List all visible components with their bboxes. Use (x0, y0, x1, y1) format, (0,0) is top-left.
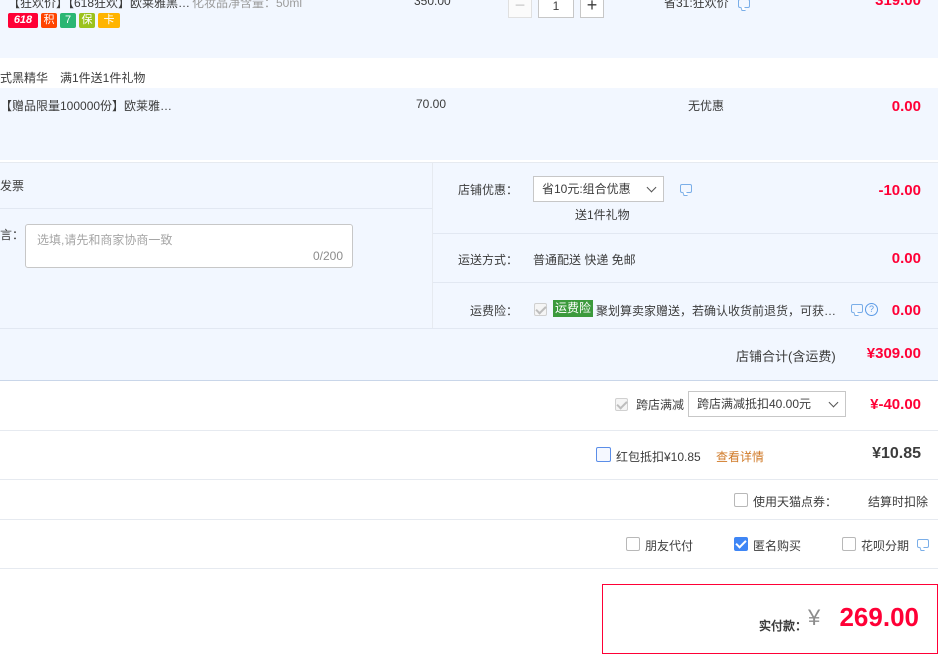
red-packet-amount: ¥10.85 (872, 445, 921, 462)
help-icon[interactable]: ? (865, 303, 878, 316)
shop-discount-amount: -10.00 (878, 182, 921, 199)
chat-icon[interactable] (917, 539, 929, 548)
insurance-checkbox (534, 303, 547, 316)
item-discount: 省31:狂欢价 (664, 0, 729, 10)
shipping-value: 普通配送 快递 免邮 (533, 253, 636, 267)
gift-discount: 无优惠 (688, 99, 725, 113)
shop-total-label: 店铺合计(含运费) (736, 349, 836, 364)
anonymous-label: 匿名购买 (753, 539, 802, 553)
shipping-label: 运送方式： (458, 253, 519, 267)
chat-icon[interactable] (738, 0, 750, 8)
chat-icon[interactable] (680, 184, 692, 193)
insurance-amount: 0.00 (891, 302, 921, 319)
insurance-label: 运费险： (470, 304, 519, 318)
anonymous-checkbox[interactable] (734, 537, 748, 551)
item-title[interactable]: 【狂欢价】【618狂欢】欧莱雅黑… (8, 0, 190, 11)
insurance-tag: 运费险 (553, 300, 594, 317)
invoice-label: 发票 (0, 179, 25, 193)
divider (0, 208, 432, 209)
friend-pay-label: 朋友代付 (645, 539, 694, 553)
card-icon: 卡 (98, 13, 120, 28)
divider (0, 519, 938, 520)
cross-store-select[interactable]: 跨店满减抵扣40.00元 (688, 391, 846, 417)
payment-amount: 269.00 (839, 602, 919, 632)
payment-currency: ¥ (808, 605, 821, 630)
minus-button[interactable]: − (508, 0, 532, 18)
item-badges: 618 积 7 保卡 (8, 12, 123, 28)
huabei-checkbox[interactable] (842, 537, 856, 551)
message-placeholder: 选填,请先和商家协商一致 (37, 233, 173, 247)
cross-store-label: 跨店满减 (636, 398, 685, 412)
shipping-amount: 0.00 (891, 250, 921, 267)
guarantee-icon: 保 (79, 13, 95, 28)
friend-pay-checkbox[interactable] (626, 537, 640, 551)
618-badge-icon: 618 (8, 13, 38, 28)
chat-icon[interactable] (851, 304, 863, 313)
tmall-points-note: 结算时扣除 (868, 495, 929, 509)
insurance-text: 聚划算卖家赠送，若确认收货前退货，可获… (596, 304, 837, 318)
divider (0, 430, 938, 431)
item-spec: 化妆品净含量：50ml (192, 0, 303, 10)
payment-box: 实付款： ¥ 269.00 (602, 584, 938, 654)
tmall-points-label: 使用天猫点券： (753, 495, 838, 509)
plus-button[interactable]: + (580, 0, 604, 18)
points-badge-icon: 积 (41, 13, 57, 28)
message-textarea[interactable]: 选填,请先和商家协商一致 0/200 (25, 224, 353, 268)
gift-title[interactable]: 【赠品限量100000份】欧莱雅… (0, 97, 172, 114)
gift-price: 70.00 (416, 97, 447, 111)
divider (0, 380, 938, 381)
cross-store-amount: ¥-40.00 (870, 396, 921, 413)
red-packet-details-link[interactable]: 查看详情 (716, 448, 764, 465)
payment-label: 实付款： (759, 619, 808, 633)
divider (0, 568, 938, 569)
divider (0, 479, 938, 480)
shop-discount-row (433, 163, 938, 233)
red-packet-label: 红包抵扣¥10.85 (616, 450, 701, 464)
message-counter: 0/200 (312, 249, 343, 263)
item-price: 350.00 (414, 0, 451, 8)
cross-store-selected: 跨店满减抵扣40.00元 (697, 397, 812, 411)
gift-promo: 式黑精华 满1件送1件礼物 (0, 71, 146, 85)
quantity-stepper[interactable]: − 1 + (508, 0, 604, 18)
shop-discount-selected: 省10元:组合优惠 (542, 182, 631, 196)
item-subtotal: 319.00 (875, 0, 921, 9)
huabei-label: 花呗分期 (861, 539, 910, 553)
chevron-down-icon (646, 182, 657, 193)
message-label: 言： (0, 228, 25, 242)
shop-discount-label: 店铺优惠： (458, 183, 519, 197)
red-packet-checkbox[interactable] (596, 447, 611, 462)
quantity-input[interactable]: 1 (538, 0, 574, 18)
cross-store-checkbox (615, 398, 628, 411)
shop-total-amount: ¥309.00 (866, 345, 921, 362)
gift-subtotal: 0.00 (891, 98, 921, 115)
chevron-down-icon (828, 397, 839, 408)
shop-discount-select[interactable]: 省10元:组合优惠 (533, 176, 664, 202)
seven-day-return-icon: 7 (60, 13, 76, 28)
shop-discount-note: 送1件礼物 (575, 208, 630, 222)
tmall-points-checkbox[interactable] (734, 493, 748, 507)
